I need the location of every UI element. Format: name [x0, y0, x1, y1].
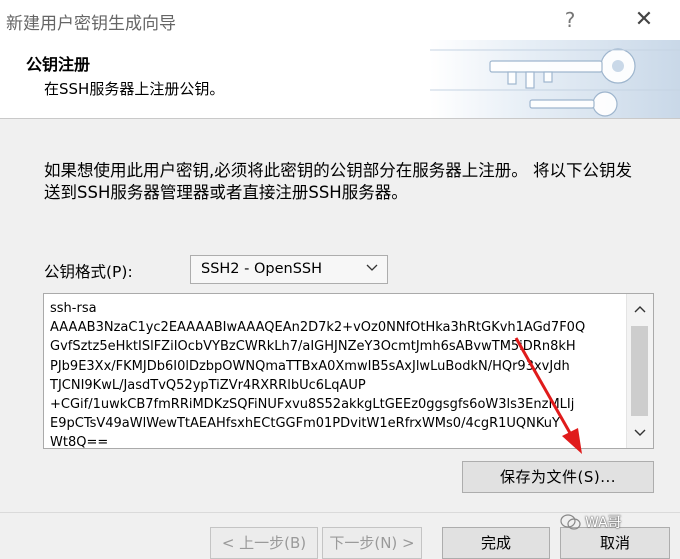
- chevron-down-icon: [366, 264, 378, 271]
- header-title: 公钥注册: [26, 55, 91, 74]
- format-label: 公钥格式(P):: [44, 263, 133, 281]
- format-selected-value: SSH2 - OpenSSH: [201, 261, 323, 277]
- watermark-text: WA哥: [585, 515, 622, 531]
- window-title: 新建用户密钥生成向导: [6, 14, 176, 34]
- wechat-icon: [560, 514, 581, 530]
- description-text: 如果想使用此用户密钥,必须将此密钥的公钥部分在服务器上注册。 将以下公钥发送到S…: [44, 161, 632, 202]
- chevron-down-icon: [634, 429, 646, 436]
- format-select[interactable]: SSH2 - OpenSSH: [190, 255, 388, 284]
- save-to-file-button[interactable]: 保存为文件(S)...: [462, 461, 654, 493]
- public-key-textarea[interactable]: ssh-rsa AAAAB3NzaC1yc2EAAAABIwAAAQEAn2D7…: [43, 293, 654, 449]
- previous-button[interactable]: < 上一步(B): [210, 527, 318, 559]
- close-button[interactable]: ✕: [624, 4, 664, 36]
- title-bar: 新建用户密钥生成向导 ? ✕: [0, 0, 680, 40]
- header-subtitle: 在SSH服务器上注册公钥。: [44, 80, 225, 98]
- vertical-scrollbar[interactable]: [626, 294, 653, 448]
- scroll-down-button[interactable]: [627, 421, 653, 445]
- finish-button[interactable]: 完成: [442, 527, 550, 559]
- next-button[interactable]: 下一步(N) >: [322, 527, 422, 559]
- scroll-up-button[interactable]: [627, 297, 653, 321]
- public-key-text: ssh-rsa AAAAB3NzaC1yc2EAAAABIwAAAQEAn2D7…: [50, 301, 586, 449]
- help-button[interactable]: ?: [552, 4, 588, 36]
- scrollbar-thumb[interactable]: [631, 326, 648, 416]
- wizard-header: 公钥注册 在SSH服务器上注册公钥。: [0, 40, 680, 119]
- key-banner-icon: [430, 40, 680, 118]
- chevron-up-icon: [634, 306, 646, 313]
